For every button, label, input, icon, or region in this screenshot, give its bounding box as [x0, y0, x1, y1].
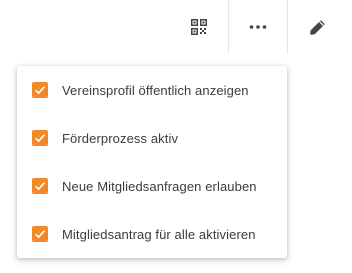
menu-item-public-profile[interactable]: Vereinsprofil öffentlich anzeigen — [17, 66, 287, 114]
menu-item-membership-application[interactable]: Mitgliedsantrag für alle aktivieren — [17, 210, 287, 258]
menu-item-label: Förderprozess aktiv — [62, 130, 179, 146]
qr-code-icon — [191, 19, 207, 35]
toolbar — [170, 0, 352, 54]
checkbox-checked[interactable] — [32, 82, 48, 98]
menu-item-member-requests[interactable]: Neue Mitgliedsanfragen erlauben — [17, 162, 287, 210]
qr-code-button[interactable] — [170, 0, 228, 54]
settings-dropdown-menu: Vereinsprofil öffentlich anzeigen Förder… — [17, 66, 287, 258]
pencil-icon — [309, 19, 326, 36]
checkbox-checked[interactable] — [32, 178, 48, 194]
checkbox-checked[interactable] — [32, 226, 48, 242]
menu-item-label: Vereinsprofil öffentlich anzeigen — [62, 82, 249, 98]
menu-item-label: Neue Mitgliedsanfragen erlauben — [62, 178, 257, 194]
more-options-button[interactable] — [229, 0, 287, 54]
menu-item-funding-process[interactable]: Förderprozess aktiv — [17, 114, 287, 162]
page: Vereinsprofil öffentlich anzeigen Förder… — [0, 0, 352, 273]
menu-item-label: Mitgliedsantrag für alle aktivieren — [62, 226, 256, 242]
more-horizontal-icon — [249, 25, 267, 29]
checkbox-checked[interactable] — [32, 130, 48, 146]
edit-button[interactable] — [288, 0, 346, 54]
